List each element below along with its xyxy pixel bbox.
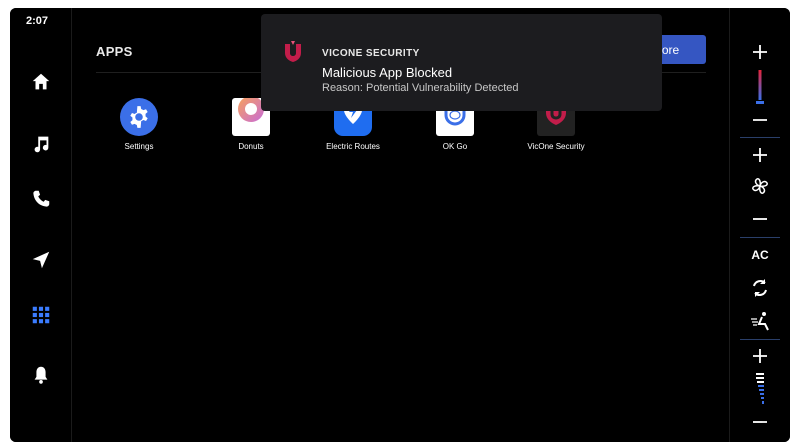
apps-grid-icon (32, 306, 50, 324)
recirculation-button[interactable] (730, 274, 790, 302)
seat-heat-increase-button[interactable] (730, 342, 790, 370)
rail-divider (740, 339, 780, 340)
home-icon (32, 73, 50, 90)
fan-increase-button[interactable] (730, 141, 790, 169)
notifications-button[interactable] (27, 361, 55, 389)
navigation-arrow-icon (32, 251, 50, 269)
recirculation-icon (753, 279, 767, 297)
plus-icon (753, 349, 767, 363)
plus-icon (753, 148, 767, 162)
app-label: Settings (124, 142, 154, 151)
thermometer-icon (756, 70, 764, 104)
fan-decrease-button[interactable] (730, 205, 790, 233)
navigation-button[interactable] (27, 246, 55, 274)
app-label: Electric Routes (326, 142, 380, 151)
rail-divider (740, 137, 780, 138)
fan-icon (752, 178, 768, 194)
phone-button[interactable] (27, 185, 55, 213)
ac-button[interactable]: AC (730, 241, 790, 269)
home-button[interactable] (27, 68, 55, 96)
apps-grid-button[interactable] (27, 301, 55, 329)
seat-level-gauge (730, 372, 790, 406)
notification-source: VICONE SECURITY (322, 48, 420, 59)
apps-screen: APPS App Store Settings Donuts Electric (72, 8, 730, 442)
minus-icon (753, 421, 767, 423)
left-nav-rail: 2:07 (10, 8, 72, 442)
device-frame: 2:07 APPS App St (0, 0, 794, 444)
app-label: Donuts (238, 142, 264, 151)
fan-speed-indicator (730, 172, 790, 200)
rail-divider (740, 237, 780, 238)
seat-heat-decrease-button[interactable] (730, 408, 790, 436)
notification-reason: Reason: Potential Vulnerability Detected (322, 82, 519, 94)
plus-icon (753, 45, 767, 59)
settings-gear-icon (120, 98, 158, 136)
status-clock: 2:07 (26, 15, 49, 27)
seat-airflow-icon (751, 312, 769, 331)
music-note-icon (34, 136, 49, 153)
minus-icon (753, 119, 767, 121)
airflow-mode-button[interactable] (730, 307, 790, 335)
infotainment-screen: 2:07 APPS App St (10, 8, 790, 442)
climate-control-rail: AC (729, 8, 790, 442)
temp-decrease-button[interactable] (730, 106, 790, 134)
app-label: VicOne Security (527, 142, 585, 151)
app-settings[interactable]: Settings (89, 98, 189, 151)
music-button[interactable] (27, 130, 55, 158)
temperature-gauge (730, 70, 790, 106)
level-bars-icon (756, 373, 764, 404)
phone-icon (33, 190, 50, 207)
page-title: APPS (96, 44, 133, 59)
app-label: OK Go (442, 142, 468, 151)
vicone-logo-icon (283, 41, 303, 68)
temp-increase-button[interactable] (730, 38, 790, 66)
security-notification[interactable]: VICONE SECURITY Malicious App Blocked Re… (261, 14, 662, 111)
minus-icon (753, 218, 767, 220)
notification-title: Malicious App Blocked (322, 65, 453, 80)
bell-icon (34, 366, 48, 384)
